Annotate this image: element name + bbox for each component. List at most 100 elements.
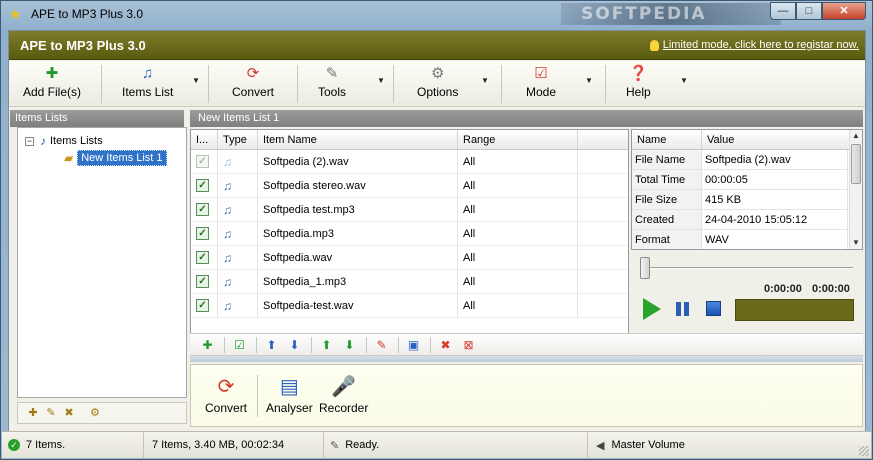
recorder-label: Recorder (319, 401, 369, 415)
list-settings-icon[interactable]: ⚙ (86, 404, 104, 422)
pause-icon[interactable] (676, 302, 690, 316)
tools-dropdown-icon[interactable]: ▼ (377, 76, 385, 85)
table-row[interactable]: ✓ ♫ Softpedia.mp3 All (191, 221, 628, 246)
title-bar[interactable]: ★ APE to MP3 Plus 3.0 SOFTPEDIA — □ ✕ (1, 1, 872, 27)
convert-arrows-icon: ⟳ (217, 376, 235, 398)
item-name: Softpedia-test.wav (258, 293, 458, 318)
seek-slider-thumb[interactable] (640, 257, 650, 279)
properties-scrollbar[interactable]: ▲ ▼ (849, 130, 862, 249)
table-row[interactable]: ✓ ♫ Softpedia.wav All (191, 245, 628, 270)
table-row[interactable]: ✓ ♫ Softpedia stereo.wav All (191, 173, 628, 198)
move-up-icon[interactable]: ⬆ (261, 336, 282, 354)
bottom-separator (257, 375, 258, 417)
property-row: File Name Softpedia (2).wav (632, 150, 862, 170)
items-list-dropdown-icon[interactable]: ▼ (192, 76, 200, 85)
move-bottom-icon[interactable]: ⬇ (339, 336, 360, 354)
options-dropdown-icon[interactable]: ▼ (481, 76, 489, 85)
table-row[interactable]: ✓ ♫ Softpedia (2).wav All (191, 149, 628, 174)
play-icon[interactable] (643, 298, 661, 320)
property-key: Format (632, 230, 702, 249)
properties-header: Name Value (632, 130, 862, 150)
save-icon[interactable]: ▣ (403, 336, 424, 354)
column-range[interactable]: Range (458, 130, 578, 149)
analyser-button[interactable]: ▤ Analyser (266, 373, 313, 415)
scroll-down-icon[interactable]: ▼ (850, 237, 862, 249)
include-checkbox[interactable]: ✓ (196, 179, 209, 192)
status-state-text: Ready. (345, 439, 380, 451)
items-grid: I... Type Item Name Range ✓ ♫ Softpedia … (190, 129, 629, 337)
add-item-icon[interactable]: ✚ (197, 336, 218, 354)
help-label: Help (626, 85, 651, 99)
check-all-icon[interactable]: ☑ (229, 336, 250, 354)
stop-icon[interactable] (706, 301, 721, 316)
wand-icon: ✎ (325, 65, 339, 82)
tools-button[interactable]: ✎ Tools (318, 64, 346, 104)
delete-list-icon[interactable]: ✖ (60, 404, 78, 422)
column-include[interactable]: I... (191, 130, 218, 149)
edit-item-icon[interactable]: ✎ (371, 336, 392, 354)
close-button[interactable]: ✕ (822, 2, 866, 20)
register-link-text[interactable]: Limited mode, click here to registar now… (663, 39, 859, 51)
include-checkbox[interactable]: ✓ (196, 251, 209, 264)
maximize-button[interactable]: □ (796, 2, 822, 20)
seek-track[interactable] (645, 267, 853, 269)
scroll-up-icon[interactable]: ▲ (850, 130, 862, 142)
resize-grip[interactable] (859, 446, 869, 456)
include-checkbox[interactable]: ✓ (196, 299, 209, 312)
item-range: All (458, 149, 578, 174)
gears-icon: ⚙ (430, 65, 445, 82)
tree-root[interactable]: − ♪ Items Lists (25, 134, 103, 148)
column-type[interactable]: Type (218, 130, 258, 149)
include-checkbox[interactable]: ✓ (196, 275, 209, 288)
column-value[interactable]: Value (702, 130, 850, 149)
list-icon: ♪ (40, 134, 46, 148)
property-value: Softpedia (2).wav (702, 150, 848, 169)
items-list-button[interactable]: ♫ Items List (122, 64, 173, 104)
column-item-name[interactable]: Item Name (258, 130, 458, 149)
convert-button[interactable]: ⟳ Convert (232, 64, 274, 104)
include-checkbox[interactable]: ✓ (196, 155, 209, 168)
items-lists-tree[interactable]: − ♪ Items Lists ▰ New Items List 1 (17, 127, 187, 398)
help-dropdown-icon[interactable]: ▼ (680, 76, 688, 85)
speaker-icon: ◀ (596, 439, 605, 452)
add-files-button[interactable]: ✚ Add File(s) (23, 64, 81, 104)
level-meter (735, 299, 854, 321)
clear-list-icon[interactable]: ⊠ (458, 336, 479, 354)
status-volume[interactable]: ◀ Master Volume (588, 432, 685, 459)
add-list-icon[interactable]: ✚ (24, 404, 42, 422)
recorder-button[interactable]: 🎤 Recorder (319, 373, 368, 415)
include-checkbox[interactable]: ✓ (196, 227, 209, 240)
file-properties: Name Value File Name Softpedia (2).wav To… (631, 129, 863, 250)
bottom-convert-button[interactable]: ⟳ Convert (205, 373, 247, 415)
collapse-icon[interactable]: − (25, 136, 34, 146)
tree-item-new-items-list-1[interactable]: ▰ New Items List 1 (64, 150, 167, 166)
item-range: All (458, 245, 578, 270)
toolbar-separator (208, 65, 209, 103)
minimize-button[interactable]: — (770, 2, 796, 20)
table-row[interactable]: ✓ ♫ Softpedia-test.wav All (191, 293, 628, 318)
move-down-icon[interactable]: ⬇ (284, 336, 305, 354)
edit-list-icon[interactable]: ✎ (42, 404, 60, 422)
column-name[interactable]: Name (632, 130, 702, 149)
include-checkbox[interactable]: ✓ (196, 203, 209, 216)
table-row[interactable]: ✓ ♫ Softpedia_1.mp3 All (191, 269, 628, 294)
tree-root-label: Items Lists (50, 135, 103, 147)
item-range: All (458, 269, 578, 294)
scroll-thumb[interactable] (851, 144, 861, 184)
table-row[interactable]: ✓ ♫ Softpedia test.mp3 All (191, 197, 628, 222)
move-top-icon[interactable]: ⬆ (316, 336, 337, 354)
register-link[interactable]: Limited mode, click here to registar now… (649, 39, 859, 51)
help-button[interactable]: ❓ Help (626, 64, 651, 104)
options-button[interactable]: ⚙ Options (417, 64, 458, 104)
microphone-icon: 🎤 (331, 376, 357, 398)
remove-item-icon[interactable]: ✖ (435, 336, 456, 354)
mode-button[interactable]: ☑ Mode (526, 64, 556, 104)
mode-dropdown-icon[interactable]: ▼ (585, 76, 593, 85)
ok-check-icon: ✓ (8, 439, 20, 451)
toolbar-separator (393, 65, 394, 103)
softpedia-watermark: SOFTPEDIA (561, 3, 781, 25)
property-value: WAV (702, 230, 848, 249)
property-key: Total Time (632, 170, 702, 189)
toolbar-separator (605, 65, 606, 103)
audio-file-icon: ♫ (223, 298, 232, 313)
